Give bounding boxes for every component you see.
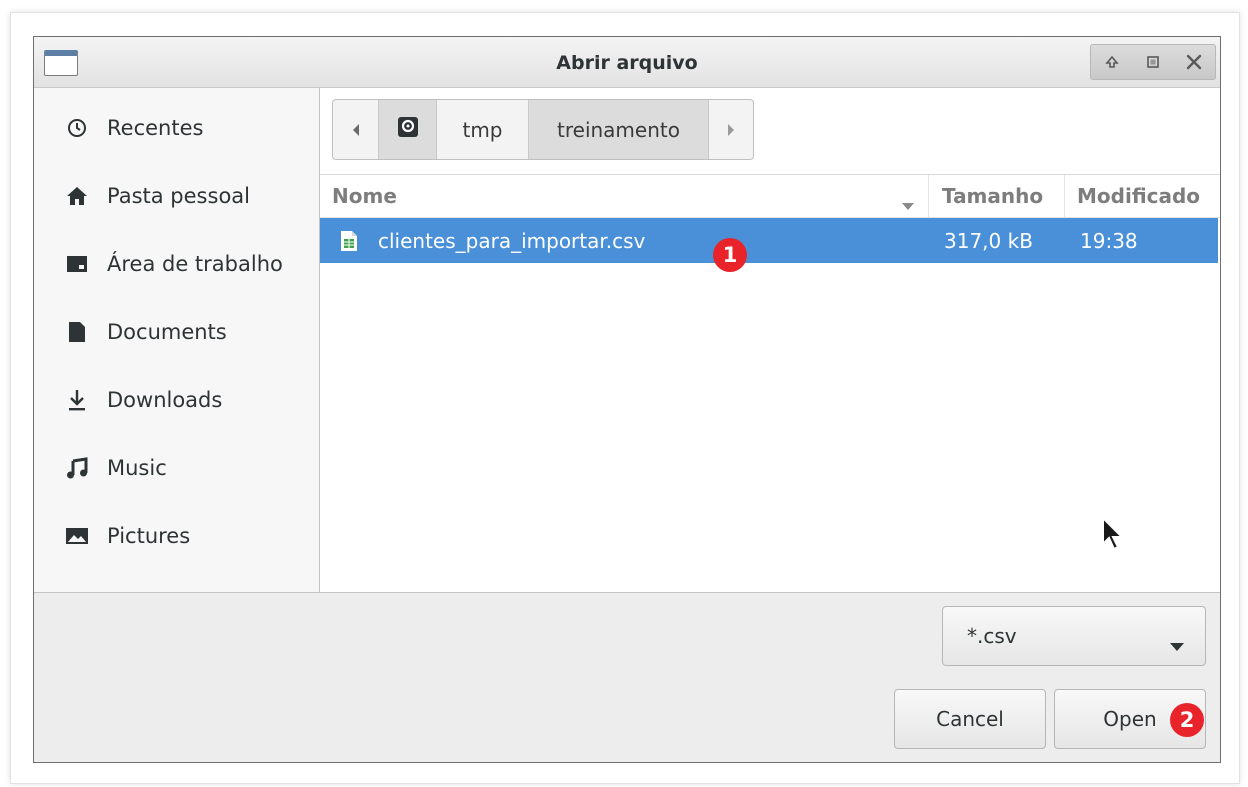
sidebar-item-label: Documents bbox=[107, 320, 227, 344]
path-bar: tmp treinamento bbox=[332, 99, 754, 160]
drive-icon bbox=[397, 116, 419, 143]
shade-icon[interactable] bbox=[1100, 50, 1124, 74]
sidebar-item-label: Recentes bbox=[107, 116, 204, 140]
cancel-button[interactable]: Cancel bbox=[894, 689, 1046, 749]
file-modified: 19:38 bbox=[1080, 228, 1138, 253]
home-icon bbox=[64, 183, 90, 209]
path-forward-button[interactable] bbox=[709, 100, 753, 159]
file-filter-select[interactable]: *.csv bbox=[942, 606, 1206, 666]
mouse-cursor-icon bbox=[1101, 515, 1127, 556]
sidebar-item-label: Área de trabalho bbox=[107, 252, 283, 276]
column-modified-label: Modificado bbox=[1077, 184, 1201, 208]
sidebar-item-label: Pictures bbox=[107, 524, 191, 548]
path-root-button[interactable] bbox=[379, 100, 437, 159]
column-header-modified[interactable]: Modificado bbox=[1064, 175, 1218, 217]
path-back-button[interactable] bbox=[333, 100, 379, 159]
sidebar-item-music[interactable]: Music bbox=[34, 438, 319, 498]
column-name-label: Nome bbox=[332, 184, 397, 208]
window-controls bbox=[1090, 44, 1216, 80]
path-segment-treinamento[interactable]: treinamento bbox=[529, 100, 709, 159]
sort-down-icon bbox=[901, 192, 915, 216]
close-icon[interactable] bbox=[1182, 50, 1206, 74]
step-1-badge: 1 bbox=[713, 238, 747, 272]
sidebar-item-recentes[interactable]: Recentes bbox=[34, 98, 319, 158]
download-icon bbox=[64, 387, 90, 413]
column-header-name[interactable]: Nome bbox=[332, 175, 927, 217]
maximize-icon[interactable] bbox=[1141, 50, 1165, 74]
column-header-size[interactable]: Tamanho bbox=[928, 175, 1064, 217]
sidebar-item-area-de-trabalho[interactable]: Área de trabalho bbox=[34, 234, 319, 294]
desktop-icon bbox=[64, 251, 90, 277]
column-headers: Nome Tamanho Modificado bbox=[320, 174, 1220, 218]
title-bar[interactable]: Abrir arquivo bbox=[34, 37, 1220, 88]
places-sidebar: Recentes Pasta pessoal Área de trabalho … bbox=[34, 88, 320, 592]
sidebar-item-pasta-pessoal[interactable]: Pasta pessoal bbox=[34, 166, 319, 226]
clock-icon bbox=[64, 115, 90, 141]
sidebar-item-pictures[interactable]: Pictures bbox=[34, 506, 319, 566]
file-browser: tmp treinamento Nome Tamanho Modificado bbox=[320, 88, 1220, 592]
music-icon bbox=[64, 455, 90, 481]
chevron-down-icon bbox=[1169, 633, 1185, 657]
document-icon bbox=[64, 319, 90, 345]
sidebar-item-label: Music bbox=[107, 456, 167, 480]
column-size-label: Tamanho bbox=[942, 184, 1044, 208]
csv-spreadsheet-icon bbox=[340, 218, 358, 263]
sidebar-item-documents[interactable]: Documents bbox=[34, 302, 319, 362]
file-chooser-dialog: Abrir arquivo Recentes Pasta pessoal Áre… bbox=[33, 36, 1221, 763]
path-segment-tmp[interactable]: tmp bbox=[437, 100, 529, 159]
picture-icon bbox=[64, 523, 90, 549]
file-row[interactable]: clientes_para_importar.csv 317,0 kB 19:3… bbox=[320, 218, 1218, 263]
file-filter-value: *.csv bbox=[967, 624, 1017, 648]
step-2-badge: 2 bbox=[1170, 703, 1204, 737]
file-name: clientes_para_importar.csv bbox=[378, 228, 646, 253]
dialog-action-area: *.csv Cancel Open 2 bbox=[34, 592, 1220, 762]
sidebar-item-label: Pasta pessoal bbox=[107, 184, 250, 208]
sidebar-item-label: Downloads bbox=[107, 388, 223, 412]
dialog-title: Abrir arquivo bbox=[556, 52, 698, 74]
sidebar-item-downloads[interactable]: Downloads bbox=[34, 370, 319, 430]
file-size: 317,0 kB bbox=[944, 228, 1033, 253]
